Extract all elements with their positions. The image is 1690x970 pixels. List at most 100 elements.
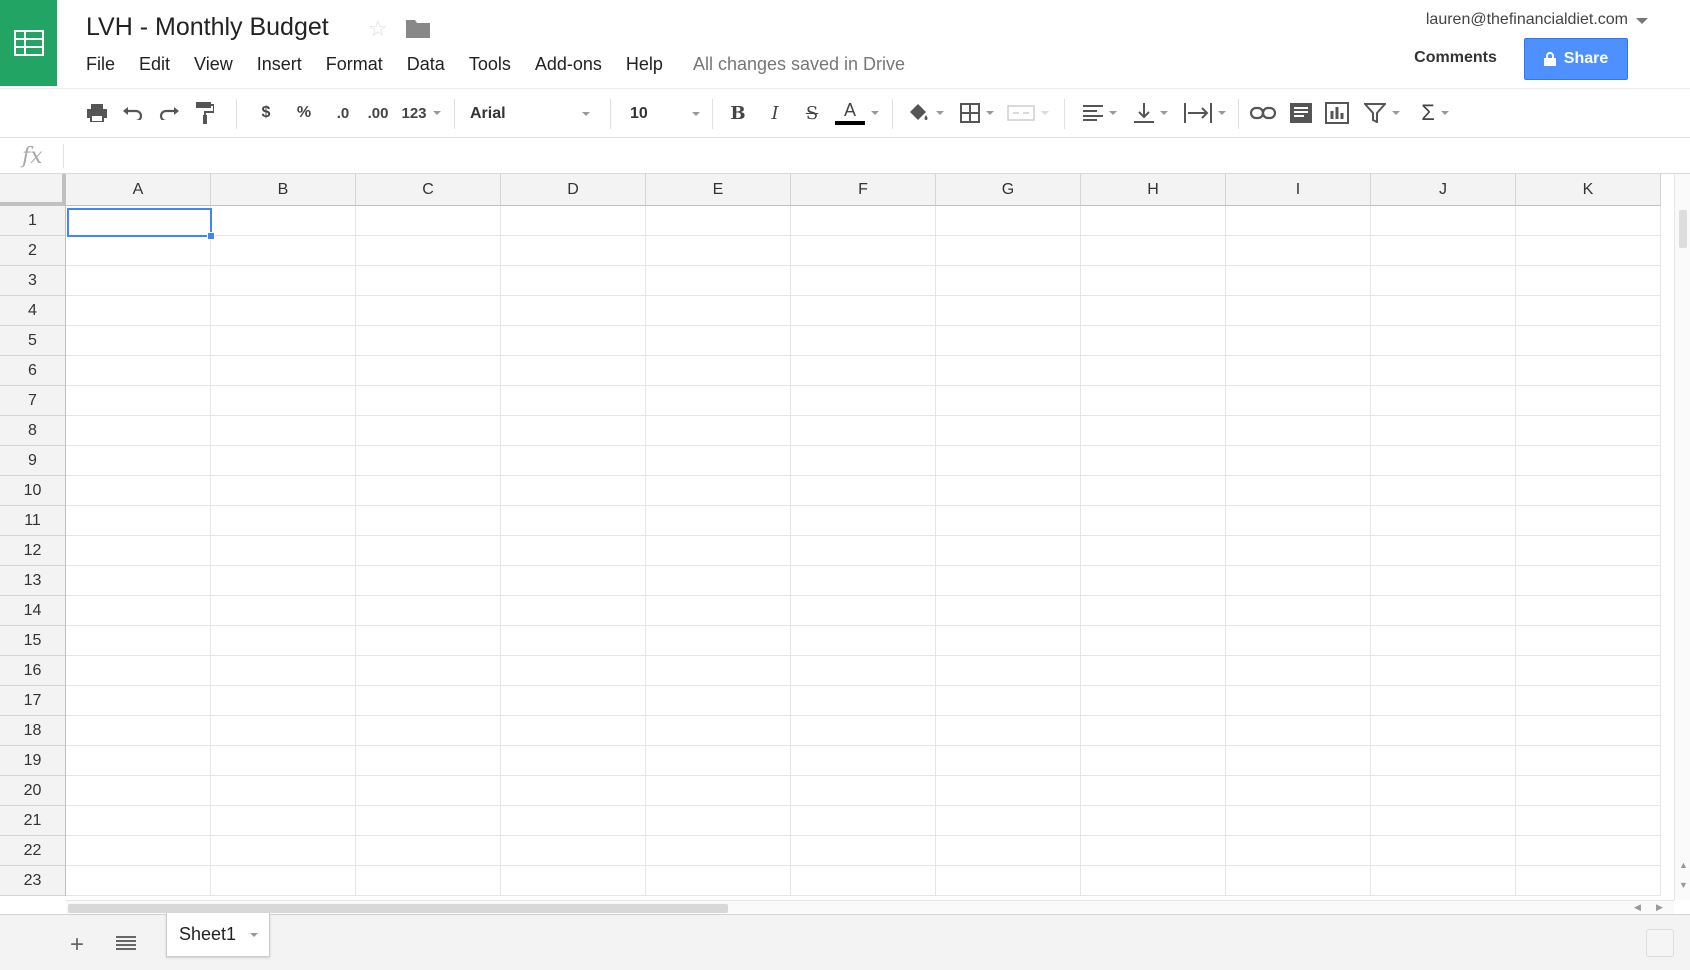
column-header-c[interactable]: C — [356, 174, 501, 206]
italic-button[interactable]: I — [763, 100, 787, 126]
toolbar-separator — [610, 99, 611, 129]
grid-row-line — [66, 295, 1661, 296]
row-header-4[interactable]: 4 — [0, 296, 66, 326]
column-header-h[interactable]: H — [1081, 174, 1226, 206]
scroll-up-arrow-icon[interactable]: ▲ — [1679, 860, 1688, 870]
font-size-select[interactable]: 10 — [630, 101, 700, 127]
row-header-2[interactable]: 2 — [0, 236, 66, 266]
row-header-16[interactable]: 16 — [0, 656, 66, 686]
row-header-19[interactable]: 19 — [0, 746, 66, 776]
row-header-11[interactable]: 11 — [0, 506, 66, 536]
row-header-17[interactable]: 17 — [0, 686, 66, 716]
print-icon[interactable] — [84, 100, 110, 126]
horizontal-scrollbar[interactable]: ◀ ▶ — [66, 900, 1674, 914]
fill-color-button[interactable] — [904, 100, 948, 126]
insert-link-icon[interactable] — [1248, 100, 1278, 126]
filter-caret — [1392, 111, 1400, 115]
sheet-tab-sheet1[interactable]: Sheet1 — [166, 913, 270, 957]
redo-icon[interactable] — [156, 100, 182, 126]
save-status[interactable]: All changes saved in Drive — [693, 54, 905, 75]
share-button[interactable]: Share — [1524, 38, 1628, 80]
decrease-decimals-button[interactable]: .0 — [328, 100, 358, 126]
currency-format-button[interactable]: $ — [254, 100, 278, 126]
font-family-select[interactable]: Arial — [470, 101, 590, 127]
select-all-corner[interactable] — [0, 174, 66, 206]
horizontal-align-button[interactable] — [1078, 100, 1122, 126]
menu-file[interactable]: File — [86, 54, 115, 75]
column-header-a[interactable]: A — [66, 174, 211, 206]
insert-chart-icon[interactable] — [1324, 100, 1350, 126]
row-header-14[interactable]: 14 — [0, 596, 66, 626]
column-header-g[interactable]: G — [936, 174, 1081, 206]
column-header-e[interactable]: E — [646, 174, 791, 206]
row-header-21[interactable]: 21 — [0, 806, 66, 836]
menu-format[interactable]: Format — [326, 54, 383, 75]
scroll-left-arrow-icon[interactable]: ◀ — [1634, 902, 1641, 913]
account-email[interactable]: lauren@thefinancialdiet.com — [1426, 11, 1628, 29]
column-header-j[interactable]: J — [1371, 174, 1516, 206]
all-sheets-icon[interactable] — [116, 935, 136, 956]
merge-cells-button[interactable] — [1004, 100, 1052, 126]
column-header-i[interactable]: I — [1226, 174, 1371, 206]
text-wrapping-button[interactable] — [1180, 100, 1230, 126]
column-header-f[interactable]: F — [791, 174, 936, 206]
row-header-18[interactable]: 18 — [0, 716, 66, 746]
grid-row-line — [66, 355, 1661, 356]
bold-button[interactable]: B — [726, 100, 750, 126]
text-color-button[interactable]: A — [832, 100, 882, 126]
undo-icon[interactable] — [120, 100, 146, 126]
vertical-align-button[interactable] — [1130, 100, 1172, 126]
menu-view[interactable]: View — [194, 54, 233, 75]
insert-comment-icon[interactable] — [1288, 100, 1314, 126]
more-formats-button[interactable]: 123 — [398, 100, 444, 126]
functions-button[interactable]: Σ — [1414, 100, 1456, 126]
vertical-scrollbar[interactable]: ▲ ▼ — [1674, 174, 1690, 900]
row-header-15[interactable]: 15 — [0, 626, 66, 656]
borders-button[interactable] — [956, 100, 998, 126]
sheets-logo-icon[interactable] — [0, 0, 57, 86]
row-header-12[interactable]: 12 — [0, 536, 66, 566]
menu-insert[interactable]: Insert — [257, 54, 302, 75]
comments-button[interactable]: Comments — [1403, 38, 1508, 78]
sheet-tab-caret[interactable] — [250, 932, 259, 937]
scroll-right-arrow-icon[interactable]: ▶ — [1656, 902, 1663, 913]
account-dropdown-icon[interactable] — [1636, 18, 1648, 24]
menu-edit[interactable]: Edit — [139, 54, 170, 75]
row-header-22[interactable]: 22 — [0, 836, 66, 866]
row-header-23[interactable]: 23 — [0, 866, 66, 896]
scroll-down-arrow-icon[interactable]: ▼ — [1679, 880, 1688, 890]
row-header-1[interactable]: 1 — [0, 206, 66, 236]
vertical-scroll-thumb[interactable] — [1679, 210, 1687, 248]
row-header-8[interactable]: 8 — [0, 416, 66, 446]
add-sheet-icon[interactable]: + — [70, 931, 84, 959]
percent-format-button[interactable]: % — [292, 100, 316, 126]
document-title[interactable]: LVH - Monthly Budget — [86, 13, 329, 42]
explore-icon[interactable] — [1646, 929, 1674, 957]
filter-button[interactable] — [1360, 100, 1404, 126]
column-header-k[interactable]: K — [1516, 174, 1661, 206]
row-header-6[interactable]: 6 — [0, 356, 66, 386]
row-header-10[interactable]: 10 — [0, 476, 66, 506]
column-header-b[interactable]: B — [211, 174, 356, 206]
folder-icon[interactable] — [406, 18, 430, 43]
menu-tools[interactable]: Tools — [469, 54, 511, 75]
horizontal-scroll-thumb[interactable] — [68, 904, 728, 913]
paint-format-icon[interactable] — [192, 100, 218, 126]
formula-input[interactable] — [66, 140, 1676, 170]
menu-addons[interactable]: Add-ons — [535, 54, 602, 75]
menu-data[interactable]: Data — [407, 54, 445, 75]
row-header-13[interactable]: 13 — [0, 566, 66, 596]
increase-decimals-button[interactable]: .00 — [362, 100, 394, 126]
row-header-7[interactable]: 7 — [0, 386, 66, 416]
row-header-20[interactable]: 20 — [0, 776, 66, 806]
row-header-9[interactable]: 9 — [0, 446, 66, 476]
column-header-d[interactable]: D — [501, 174, 646, 206]
row-header-3[interactable]: 3 — [0, 266, 66, 296]
spreadsheet-grid[interactable]: ABCDEFGHIJK 1 2 3 4 5 6 7 8 9 10 11 12 13 14 15 16 17 18 1… — [0, 174, 1674, 900]
selected-cell-a1[interactable] — [67, 208, 212, 237]
row-header-5[interactable]: 5 — [0, 326, 66, 356]
fill-handle[interactable] — [207, 232, 215, 240]
strikethrough-button[interactable]: S — [800, 100, 824, 126]
menu-help[interactable]: Help — [626, 54, 663, 75]
star-icon[interactable]: ☆ — [368, 16, 388, 42]
